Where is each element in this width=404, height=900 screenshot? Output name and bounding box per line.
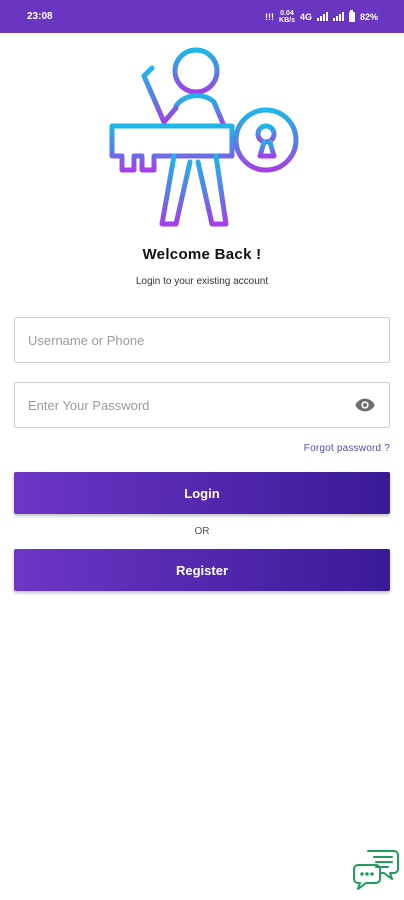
signal-icon-2 <box>332 12 344 21</box>
login-button[interactable]: Login <box>14 472 390 514</box>
password-field[interactable] <box>14 382 390 428</box>
password-input[interactable] <box>28 397 354 413</box>
person-with-key-icon <box>109 47 299 227</box>
register-button[interactable]: Register <box>14 549 390 591</box>
forgot-password-link[interactable]: Forgot password ? <box>304 443 390 454</box>
status-bar: 23:08 !!! 0.04 KB/s 4G 82% <box>0 0 404 33</box>
or-divider: OR <box>194 526 210 537</box>
eye-icon[interactable] <box>354 394 376 416</box>
data-speed-indicator: 0.04 KB/s <box>279 9 295 24</box>
signal-icon <box>316 12 328 21</box>
page-title: Welcome Back ! <box>142 246 262 263</box>
status-time: 23:08 <box>27 11 53 22</box>
chat-support-icon[interactable] <box>352 843 400 891</box>
status-indicators: !!! 0.04 KB/s 4G 82% <box>265 9 378 24</box>
username-input[interactable] <box>28 332 376 348</box>
page-subtitle: Login to your existing account <box>135 276 269 287</box>
network-type: 4G <box>299 11 312 22</box>
battery-level: 82% <box>359 11 378 22</box>
username-field[interactable] <box>14 317 390 363</box>
notification-indicator: !!! <box>265 11 275 22</box>
battery-icon <box>348 9 355 22</box>
